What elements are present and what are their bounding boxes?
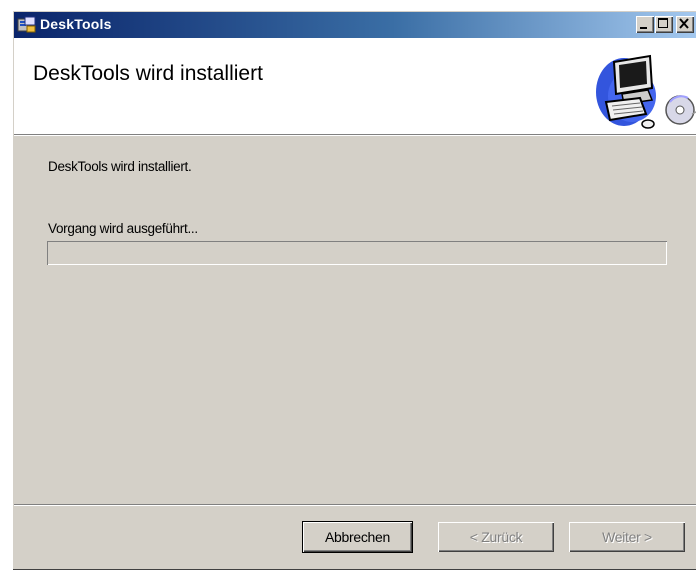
status-text: DeskTools wird installiert. [48,159,192,174]
computer-install-icon [592,44,696,134]
header-divider [14,135,696,136]
progress-bar [47,241,667,265]
title-bar[interactable]: DeskTools [14,12,696,38]
window-title: DeskTools [40,16,112,32]
installer-window: DeskTools DeskTools wird installiert Des… [12,10,696,570]
back-button[interactable]: < Zurück [438,522,554,552]
close-button[interactable] [676,16,694,33]
cancel-button[interactable]: Abbrechen [302,521,413,553]
minimize-button[interactable] [636,16,654,33]
header-panel: DeskTools wird installiert [14,38,696,135]
close-icon [679,18,689,29]
maximize-button[interactable] [655,16,673,33]
installer-app-icon [17,16,37,34]
progress-label: Vorgang wird ausgeführt... [48,221,198,236]
page-title: DeskTools wird installiert [33,62,263,85]
minimize-icon [640,27,647,29]
maximize-icon [658,18,668,28]
next-button[interactable]: Weiter > [569,522,685,552]
